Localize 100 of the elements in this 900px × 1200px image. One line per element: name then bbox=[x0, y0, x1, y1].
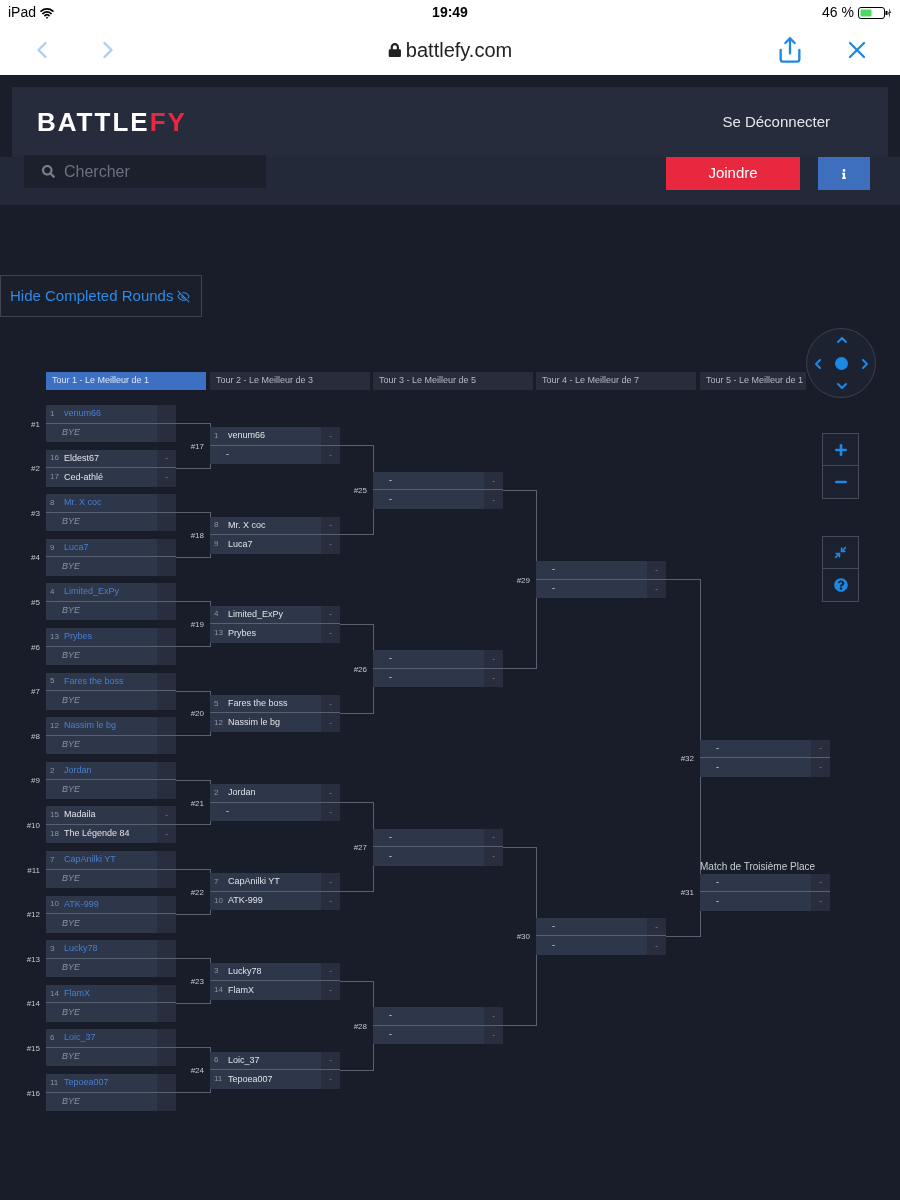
match-card[interactable]: 8 Mr. X coc BYE bbox=[46, 494, 176, 532]
match-card[interactable]: - - - - bbox=[373, 1007, 503, 1045]
seed-number: 4 bbox=[50, 586, 56, 599]
bye-label: BYE bbox=[61, 916, 80, 930]
score-cell: - bbox=[811, 739, 830, 758]
seed-number: 15 bbox=[50, 809, 60, 822]
match-card[interactable]: 2 Jordan BYE bbox=[46, 761, 176, 799]
match-card[interactable]: 3 Lucky78 BYE bbox=[46, 940, 176, 978]
score-cell: - bbox=[157, 468, 176, 487]
score-cell: - bbox=[647, 917, 666, 937]
match-card[interactable]: 16 Eldest67 - 17 Ced-athlé - bbox=[46, 449, 176, 487]
join-button[interactable]: Joindre bbox=[666, 157, 800, 190]
match-card[interactable]: 5 Fares the boss - 12 Nassim le bg - bbox=[210, 694, 340, 732]
match-number: #14 bbox=[25, 998, 40, 1011]
match-card[interactable]: - - - - bbox=[536, 917, 666, 955]
match-card[interactable]: 5 Fares the boss BYE bbox=[46, 672, 176, 710]
match-number: #13 bbox=[25, 953, 40, 966]
seed-number: 5 bbox=[214, 697, 220, 710]
match-card[interactable]: - - - - bbox=[700, 739, 830, 777]
seed-number: 17 bbox=[50, 471, 60, 484]
match-card[interactable]: - - - - bbox=[373, 650, 503, 688]
team-name: - bbox=[388, 492, 392, 506]
round-tab[interactable]: Tour 1 - Le Meilleur de 1 bbox=[46, 372, 206, 390]
team-name: Prybes bbox=[228, 626, 256, 640]
match-card[interactable]: 9 Luca7 BYE bbox=[46, 538, 176, 576]
center-button[interactable] bbox=[835, 357, 848, 370]
match-number: #4 bbox=[30, 552, 40, 565]
fit-button[interactable] bbox=[822, 536, 859, 569]
match-card[interactable]: 3 Lucky78 - 14 FlamX - bbox=[210, 962, 340, 1000]
bye-label: BYE bbox=[61, 1050, 80, 1064]
search-field[interactable]: Chercher bbox=[24, 155, 266, 188]
hide-completed-rounds-button[interactable]: Hide Completed Rounds bbox=[0, 275, 202, 317]
match-number: #31 bbox=[679, 887, 694, 899]
match-card[interactable]: 6 Loic_37 - 11 Tepoea007 - bbox=[210, 1051, 340, 1089]
url-text[interactable]: battlefy.com bbox=[405, 35, 513, 65]
match-card[interactable]: 15 Madaila - 18 The Légende 84 - bbox=[46, 806, 176, 844]
match-card[interactable]: 6 Loic_37 BYE bbox=[46, 1029, 176, 1067]
match-card[interactable]: 7 CapAnilki YT BYE bbox=[46, 851, 176, 888]
match-card[interactable]: 8 Mr. X coc - 9 Luca7 - bbox=[210, 516, 340, 554]
team-name: - bbox=[225, 448, 229, 462]
score-cell: - bbox=[647, 561, 666, 580]
match-card[interactable]: - - - - bbox=[700, 873, 830, 911]
zoom-in-button[interactable] bbox=[822, 433, 859, 466]
score-cell: - bbox=[321, 694, 340, 714]
match-card[interactable]: 11 Tepoea007 BYE bbox=[46, 1074, 176, 1111]
match-card[interactable]: 14 FlamX BYE bbox=[46, 984, 176, 1022]
team-name: - bbox=[388, 671, 392, 685]
logout-link[interactable]: Se Déconnecter bbox=[722, 110, 830, 134]
match-card[interactable]: 10 ATK-999 BYE bbox=[46, 895, 176, 933]
round-tab[interactable]: Tour 4 - Le Meilleur de 7 bbox=[536, 372, 696, 390]
help-button[interactable] bbox=[822, 569, 859, 602]
round-tab[interactable]: Tour 2 - Le Meilleur de 3 bbox=[210, 372, 370, 390]
match-number: #32 bbox=[679, 753, 694, 765]
team-name: venum66 bbox=[64, 407, 102, 420]
score-cell: - bbox=[157, 806, 176, 825]
match-card[interactable]: 12 Nassim le bg BYE bbox=[46, 717, 176, 755]
seed-number: 11 bbox=[214, 1073, 224, 1086]
match-number: #12 bbox=[25, 909, 40, 922]
team-name: CapAnilki YT bbox=[228, 875, 280, 889]
seed-number: 14 bbox=[214, 984, 224, 997]
score-cell bbox=[157, 780, 176, 799]
match-number: #7 bbox=[30, 686, 40, 699]
match-card[interactable]: 1 venum66 - - - bbox=[210, 427, 340, 465]
match-card[interactable]: 4 Limited_ExPy - 13 Prybes - bbox=[210, 605, 340, 643]
seed-number: 13 bbox=[50, 630, 60, 643]
match-number: #22 bbox=[189, 886, 204, 899]
team-name: - bbox=[388, 849, 392, 863]
seed-number: 8 bbox=[50, 496, 56, 509]
wifi-icon bbox=[40, 5, 55, 20]
team-name: Luca7 bbox=[228, 537, 253, 551]
eye-off-icon bbox=[177, 289, 191, 303]
score-cell bbox=[157, 1074, 176, 1093]
match-number: #28 bbox=[352, 1020, 367, 1033]
score-cell: - bbox=[484, 471, 503, 491]
seed-number: 3 bbox=[50, 942, 56, 955]
search-icon bbox=[42, 165, 55, 178]
match-card[interactable]: 13 Prybes BYE bbox=[46, 628, 176, 665]
match-card[interactable]: - - - - bbox=[373, 471, 503, 509]
match-card[interactable]: 1 venum66 BYE bbox=[46, 405, 176, 442]
round-tab[interactable]: Tour 5 - Le Meilleur de 1 bbox=[700, 372, 806, 390]
team-name: - bbox=[551, 938, 555, 952]
team-name: Tepoea007 bbox=[64, 1076, 109, 1089]
match-number: #2 bbox=[30, 463, 40, 476]
seed-number: 10 bbox=[50, 898, 60, 911]
team-name: - bbox=[551, 563, 555, 577]
bye-label: BYE bbox=[61, 1095, 80, 1108]
logo[interactable]: BATTLEFY bbox=[37, 102, 187, 142]
info-icon bbox=[839, 168, 849, 179]
round-tab[interactable]: Tour 3 - Le Meilleur de 5 bbox=[373, 372, 533, 390]
match-number: #24 bbox=[189, 1065, 204, 1078]
seed-number: 11 bbox=[50, 1076, 60, 1089]
score-cell bbox=[157, 583, 176, 602]
score-cell bbox=[157, 494, 176, 513]
match-card[interactable]: 4 Limited_ExPy BYE bbox=[46, 583, 176, 621]
score-cell: - bbox=[811, 873, 830, 892]
team-name: ATK-999 bbox=[228, 894, 263, 908]
match-card[interactable]: 7 CapAnilki YT - 10 ATK-999 - bbox=[210, 873, 340, 911]
match-card[interactable]: 2 Jordan - - - bbox=[210, 784, 340, 822]
match-card[interactable]: - - - - bbox=[536, 561, 666, 599]
match-card[interactable]: - - - - bbox=[373, 828, 503, 866]
